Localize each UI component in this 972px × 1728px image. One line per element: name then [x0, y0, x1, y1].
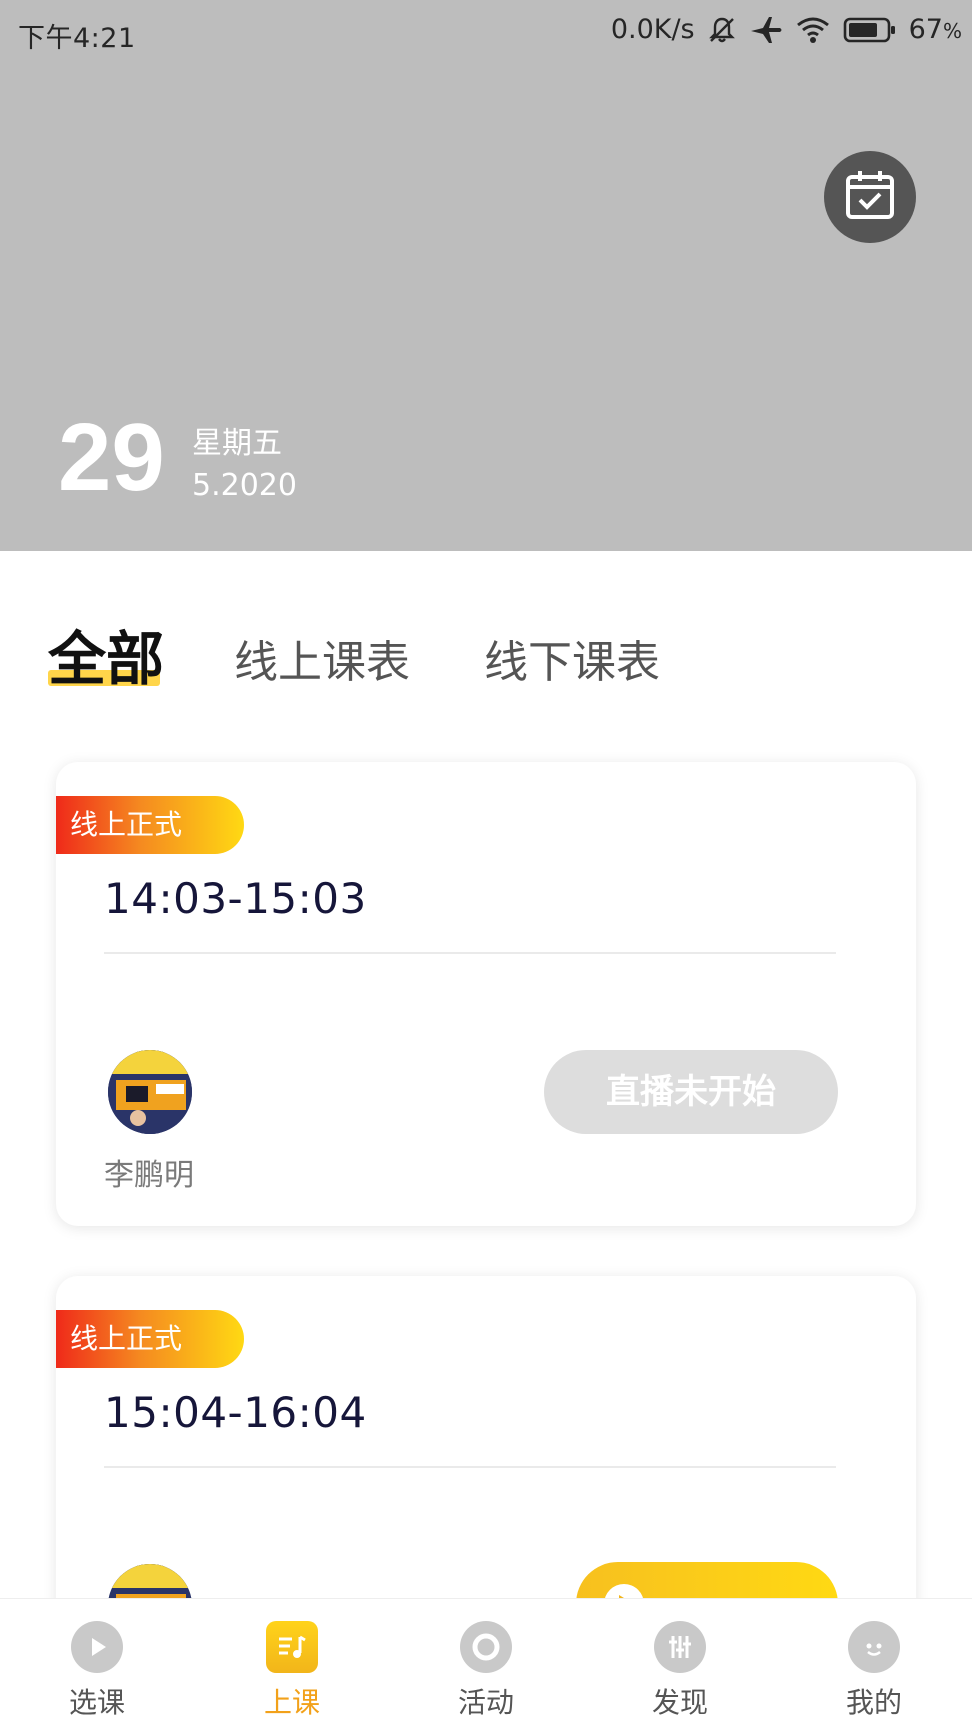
course-time: 15:04-16:04	[104, 1388, 367, 1437]
battery-icon	[843, 16, 897, 44]
airplane-icon	[749, 15, 783, 45]
calendar-button[interactable]	[824, 151, 916, 243]
nav-item-activity[interactable]: 活动	[426, 1621, 546, 1721]
live-not-started-button[interactable]: 直播未开始	[544, 1050, 838, 1134]
bottom-navigation: 选课 上课 活动 发现 我的	[0, 1598, 972, 1728]
nav-label: 活动	[457, 1686, 514, 1719]
nav-label: 选课	[68, 1686, 125, 1719]
nav-label: 发现	[651, 1686, 708, 1719]
schedule-tabs: 全部 线上课表 线下课表	[0, 620, 972, 710]
nav-item-mine[interactable]: 我的	[814, 1621, 934, 1721]
nav-item-select-course[interactable]: 选课	[37, 1621, 157, 1721]
course-time: 14:03-15:03	[104, 874, 367, 923]
battery-percent: 67%	[908, 14, 962, 45]
face-icon	[848, 1621, 900, 1673]
date-month-year: 5.2020	[192, 468, 297, 503]
date-day: 29	[58, 404, 165, 511]
nav-item-discover[interactable]: 发现	[620, 1621, 740, 1721]
nav-label: 上课	[263, 1686, 320, 1719]
divider	[104, 952, 836, 954]
course-type-badge: 线上正式	[56, 1310, 244, 1368]
tab-online-schedule[interactable]: 线上课表	[234, 626, 410, 690]
divider	[104, 1466, 836, 1468]
play-icon	[71, 1621, 123, 1673]
course-card[interactable]: 线上正式 14:03-15:03 李鹏明 直播未开始	[56, 762, 916, 1226]
status-time: 下午4:21	[18, 23, 136, 54]
calendar-check-icon	[842, 167, 898, 227]
bell-muted-icon	[707, 15, 737, 45]
target-icon	[460, 1621, 512, 1673]
teacher-name: 李鹏明	[104, 1158, 194, 1193]
status-icons: 0.0K/s 67%	[611, 14, 962, 45]
date-weekday: 星期五	[192, 426, 282, 461]
music-list-icon	[266, 1621, 318, 1673]
teacher-avatar	[108, 1050, 192, 1134]
tab-offline-schedule[interactable]: 线下课表	[484, 626, 660, 690]
status-bar: 下午4:21 0.0K/s 67%	[0, 0, 972, 66]
tab-all[interactable]: 全部	[48, 612, 164, 696]
nav-item-class[interactable]: 上课	[232, 1621, 352, 1721]
network-speed: 0.0K/s	[610, 14, 695, 45]
wifi-icon	[795, 15, 831, 45]
nav-label: 我的	[845, 1686, 902, 1719]
header-banner: 下午4:21 0.0K/s 67% 29 星期五 5.2020	[0, 0, 972, 551]
course-type-badge: 线上正式	[56, 796, 244, 854]
equalizer-icon	[654, 1621, 706, 1673]
